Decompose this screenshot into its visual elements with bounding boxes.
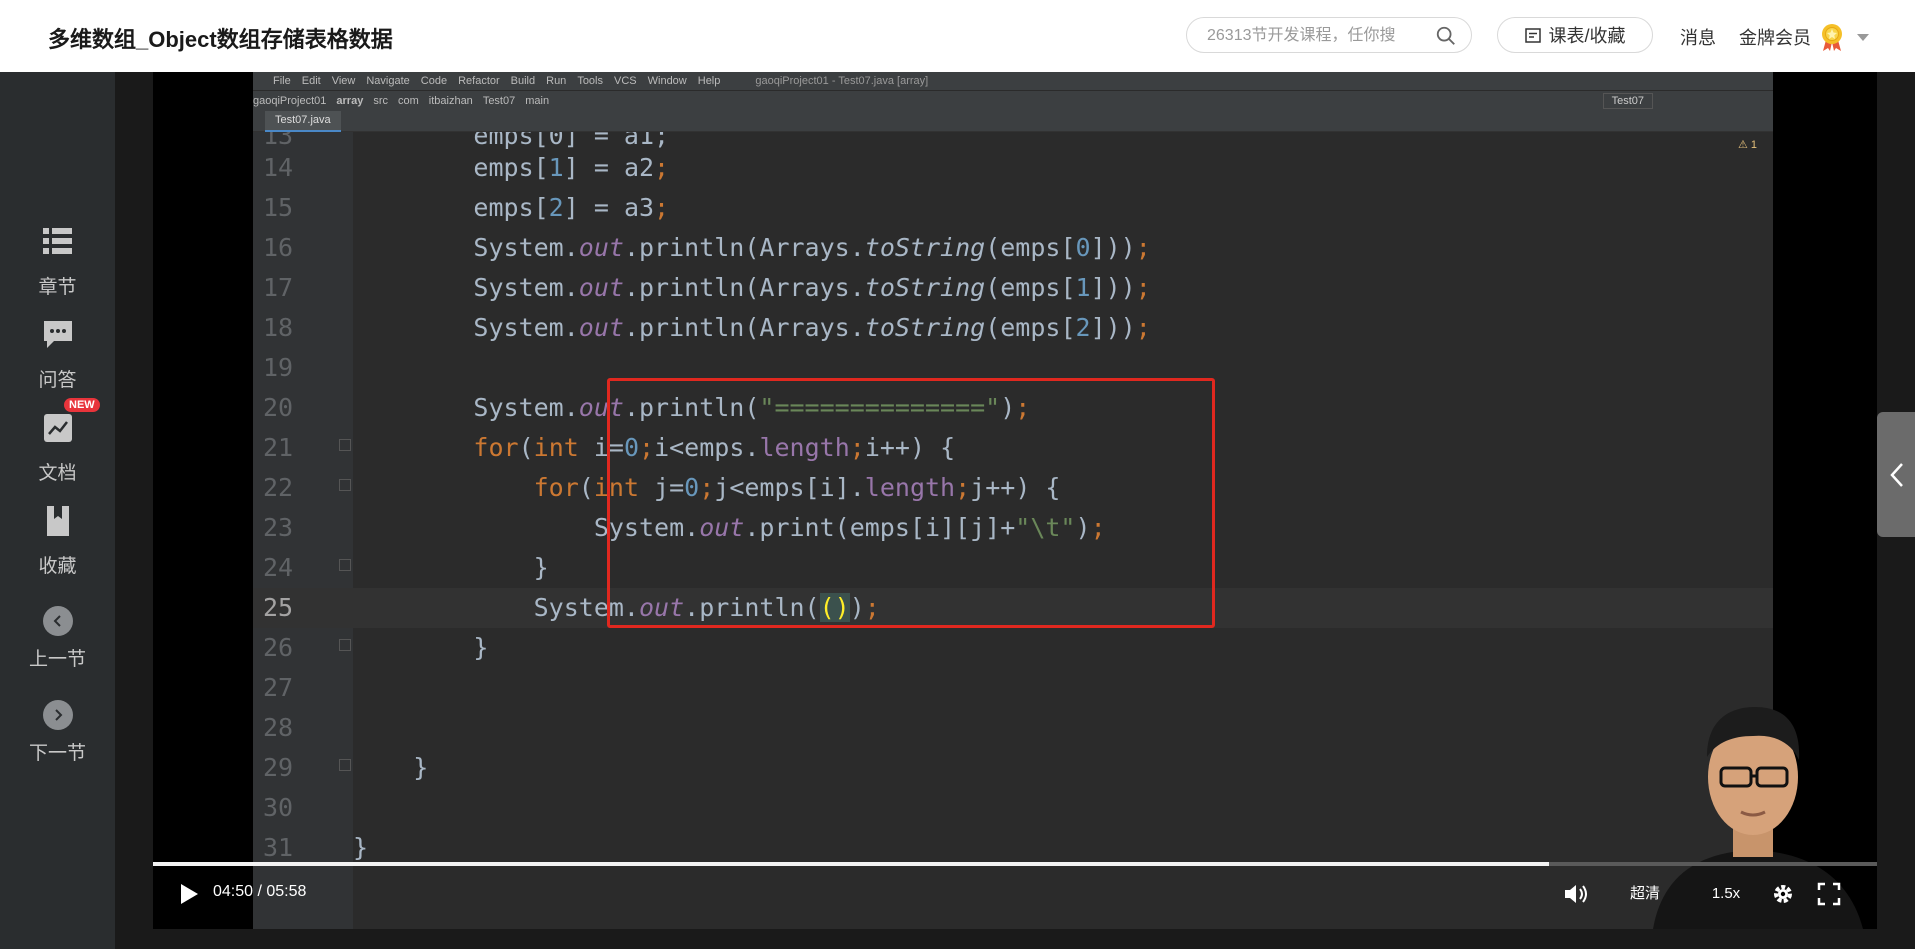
new-badge: NEW <box>64 398 100 412</box>
vip-label: 金牌会员 <box>1739 28 1811 48</box>
search-box[interactable] <box>1186 17 1472 53</box>
menu-help: Help <box>697 75 721 87</box>
sidebar-item-label: 下一节 <box>28 743 86 764</box>
fold-marker-icon <box>339 559 351 571</box>
time-display: 04:50 / 05:58 <box>213 883 307 900</box>
menu-refactor: Refactor <box>458 75 500 87</box>
breadcrumb-src: src <box>373 95 388 107</box>
sidebar-item-chapters[interactable]: 章节 <box>0 224 115 299</box>
sidebar-item-favorites[interactable]: 收藏 <box>0 503 115 578</box>
code-line: 29 } <box>263 753 429 782</box>
sidebar-item-qa[interactable]: 问答 <box>0 317 115 392</box>
breadcrumb-class: Test07 <box>482 95 516 107</box>
video-player[interactable]: File Edit View Navigate Code Refactor Bu… <box>153 72 1877 929</box>
sidebar-item-label: 章节 <box>38 277 77 298</box>
sidebar-item-next-lesson[interactable]: 下一节 <box>0 700 115 765</box>
ide-window-title: gaoqiProject01 - Test07.java [array] <box>755 75 929 87</box>
menu-build: Build <box>510 75 536 87</box>
highlight-box <box>607 378 1215 628</box>
code-line: 15 emps[2] = a3; <box>263 193 670 222</box>
speed-button[interactable]: 1.5x <box>1701 878 1751 910</box>
schedule-label: 课表/收藏 <box>1548 26 1626 46</box>
messages-link[interactable]: 消息 <box>1680 24 1716 50</box>
bookmark-icon <box>46 506 69 536</box>
breadcrumb-method: main <box>525 95 550 107</box>
document-chart-icon <box>43 414 72 442</box>
search-input[interactable] <box>1205 24 1429 48</box>
sidebar-item-label: 收藏 <box>38 556 77 577</box>
fold-marker-icon <box>339 759 351 771</box>
player-controls: 04:50 / 05:58 超清 1.5x <box>153 870 1877 920</box>
progress-bar[interactable] <box>153 862 1877 866</box>
code-line: 26 } <box>263 633 489 662</box>
menu-code: Code <box>420 75 448 87</box>
code-line: 27 <box>263 673 294 702</box>
sidebar-item-label: 上一节 <box>28 649 86 670</box>
menu-window: Window <box>647 75 687 87</box>
panel-toggle-button[interactable] <box>1877 412 1915 537</box>
breadcrumb-com: com <box>397 95 419 107</box>
search-icon[interactable] <box>1435 25 1457 47</box>
code-line: 17 System.out.println(Arrays.toString(em… <box>263 273 1151 302</box>
video-area: File Edit View Navigate Code Refactor Bu… <box>115 72 1915 949</box>
lesson-sidebar: 章节 问答 NEW 文档 收藏 上一节 下一节 <box>0 72 115 949</box>
menu-navigate: Navigate <box>366 75 410 87</box>
sidebar-item-label: 文档 <box>38 463 77 484</box>
chevron-left-icon <box>42 606 73 636</box>
menu-vcs: VCS <box>614 75 637 87</box>
code-line: 18 System.out.println(Arrays.toString(em… <box>263 313 1151 342</box>
chat-icon <box>43 321 72 348</box>
medal-icon <box>1822 24 1842 51</box>
ide-breadcrumb: gaoqiProject01 array src com itbaizhan T… <box>253 90 1773 111</box>
menu-view: View <box>331 75 356 87</box>
ide-tab-bar: Test07.java <box>253 111 1773 132</box>
schedule-favorites-button[interactable]: 课表/收藏 <box>1497 17 1653 53</box>
chevron-down-icon <box>1857 33 1869 41</box>
vip-menu[interactable]: 金牌会员 <box>1739 22 1869 52</box>
chevron-right-icon <box>42 700 73 730</box>
menu-file: File <box>273 75 291 87</box>
code-line: 14 emps[1] = a2; <box>263 153 670 182</box>
menu-tools: Tools <box>577 75 603 87</box>
ide-screen: File Edit View Navigate Code Refactor Bu… <box>253 72 1863 929</box>
ide-menu-bar: File Edit View Navigate Code Refactor Bu… <box>253 72 1773 90</box>
play-icon[interactable] <box>179 883 199 905</box>
code-line: 28 <box>263 713 294 742</box>
chapter-list-icon <box>42 228 72 254</box>
quality-button[interactable]: 超清 <box>1615 878 1675 910</box>
breadcrumb-project: gaoqiProject01 <box>253 95 327 107</box>
fullscreen-icon[interactable] <box>1817 882 1841 906</box>
code-line: 30 <box>263 793 294 822</box>
menu-edit: Edit <box>301 75 321 87</box>
breadcrumb-package: itbaizhan <box>428 95 473 107</box>
breadcrumb-module: array <box>336 95 364 107</box>
top-bar: 多维数组_Object数组存储表格数据 课表/收藏 消息 金牌会员 <box>0 0 1915 72</box>
menu-run: Run <box>546 75 567 87</box>
volume-icon[interactable] <box>1563 882 1589 906</box>
sidebar-item-label: 问答 <box>38 370 77 391</box>
fold-marker-icon <box>339 479 351 491</box>
calendar-icon <box>1525 28 1542 43</box>
page-title: 多维数组_Object数组存储表格数据 <box>48 27 393 52</box>
sidebar-item-docs[interactable]: NEW 文档 <box>0 398 115 485</box>
progress-fill <box>153 862 1550 866</box>
gear-icon[interactable] <box>1771 882 1795 906</box>
fold-marker-icon <box>339 639 351 651</box>
run-config-select: Test07 <box>1602 93 1653 109</box>
file-tab: Test07.java <box>265 111 341 132</box>
sidebar-item-prev-lesson[interactable]: 上一节 <box>0 606 115 671</box>
fold-marker-icon <box>339 439 351 451</box>
code-line: 16 System.out.println(Arrays.toString(em… <box>263 233 1151 262</box>
chevron-left-icon <box>1890 462 1903 487</box>
